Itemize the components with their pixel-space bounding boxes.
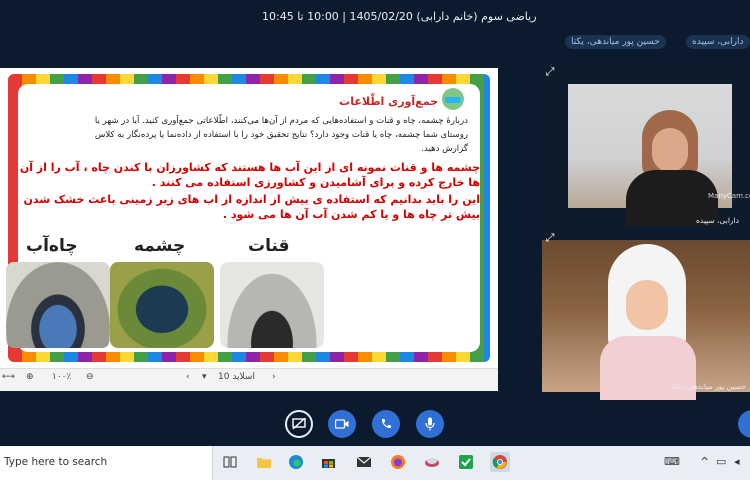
phone-button[interactable]: [372, 410, 400, 438]
slide-red-text-1: چشمه ها و قنات نمونه ای از این آب ها هست…: [19, 161, 480, 189]
video-tile-teacher: ⤢ دارابی، سپیده: [542, 66, 750, 231]
network-icon[interactable]: ▭: [716, 455, 726, 468]
teacher-face: [652, 128, 688, 172]
file-explorer-icon[interactable]: [254, 452, 274, 472]
firefox-icon[interactable]: [388, 452, 408, 472]
security-app-icon[interactable]: [456, 452, 476, 472]
chrome-icon[interactable]: [490, 452, 510, 472]
participant-chip-yekta[interactable]: حسین پور میاندهی، یکتا: [565, 35, 666, 49]
expand-icon[interactable]: ⤢: [544, 232, 556, 244]
video-tile-student: ⤢ حسین پور میاندهی، یکتا: [542, 232, 750, 400]
slide-paragraph: دربارۀ چشمه، چاه و قنات و استفاده‌هایی ک…: [94, 116, 468, 154]
video-name-teacher: دارابی، سپیده: [696, 216, 739, 225]
expand-icon[interactable]: ⤢: [544, 66, 556, 78]
keyboard-icon[interactable]: ⌨: [664, 455, 680, 468]
spring-photo: [110, 262, 214, 348]
qanat-photo: [220, 262, 324, 348]
book-stack-icon: [442, 88, 464, 110]
phone-icon: [381, 419, 391, 429]
label-qanat: قنات: [248, 236, 290, 256]
shield-check-glyph: [459, 455, 473, 469]
chevron-up-icon[interactable]: ^: [700, 455, 709, 468]
camera-button[interactable]: [328, 410, 356, 438]
zoom-out-icon[interactable]: ⊖: [86, 372, 94, 382]
store-glyph: [321, 459, 335, 468]
fullscreen-arrows-icon[interactable]: ⟷: [2, 372, 15, 382]
camera-icon: [335, 419, 349, 429]
meeting-title: ریاضی سوم (خانم دارابی) 1405/02/20 | 10:…: [262, 10, 537, 23]
edge-glyph: [289, 455, 303, 469]
task-view-glyph: [223, 456, 237, 468]
chrome-glyph: [492, 455, 507, 469]
taskbar-search-placeholder: Type here to search: [4, 456, 108, 468]
label-spring: چشمه: [134, 236, 186, 256]
edge-browser-icon[interactable]: [286, 452, 306, 472]
more-options-button[interactable]: [738, 410, 750, 438]
teacher-video-feed: [568, 84, 732, 226]
share-screen-off-button[interactable]: [285, 410, 313, 438]
slide-number-selector[interactable]: اسلاید 10: [218, 372, 255, 382]
presentation-slide: جمع‌آوری اطّلاعات دربارۀ چشمه، چاه و قنا…: [0, 68, 498, 368]
microphone-icon: [425, 417, 435, 431]
chevron-left-icon[interactable]: ‹: [186, 372, 190, 382]
well-photo: [6, 262, 110, 348]
task-view-icon[interactable]: [220, 452, 240, 472]
video-name-student: حسین پور میاندهی، یکتا: [672, 382, 747, 391]
label-well: چاه‌آب: [26, 236, 78, 256]
firefox-glyph: [391, 455, 405, 469]
student-video-feed: [542, 240, 750, 400]
mail-icon[interactable]: [354, 452, 374, 472]
store-icon[interactable]: [318, 452, 338, 472]
app-icon[interactable]: [422, 452, 442, 472]
chevron-down-icon[interactable]: ▾: [202, 372, 207, 382]
app-glyph: [425, 458, 439, 467]
speaker-icon[interactable]: ◂: [734, 455, 740, 468]
slide-red-text-2: این را باید بدانیم که استفاده ی بیش از ا…: [23, 193, 480, 221]
manycam-watermark: ManyCam.com: [708, 192, 750, 200]
student-face: [626, 280, 668, 330]
microphone-button[interactable]: [416, 410, 444, 438]
mail-glyph: [356, 456, 372, 467]
zoom-level: ۱۰۰٪: [52, 372, 72, 382]
chevron-right-icon[interactable]: ›: [272, 372, 276, 382]
folder-glyph: [257, 457, 271, 468]
screen-off-icon: [292, 418, 306, 430]
slide-heading: جمع‌آوری اطّلاعات: [339, 95, 438, 108]
zoom-in-icon[interactable]: ⊕: [26, 372, 34, 382]
participant-chip-sepideh[interactable]: دارابی، سپیده: [686, 35, 750, 49]
